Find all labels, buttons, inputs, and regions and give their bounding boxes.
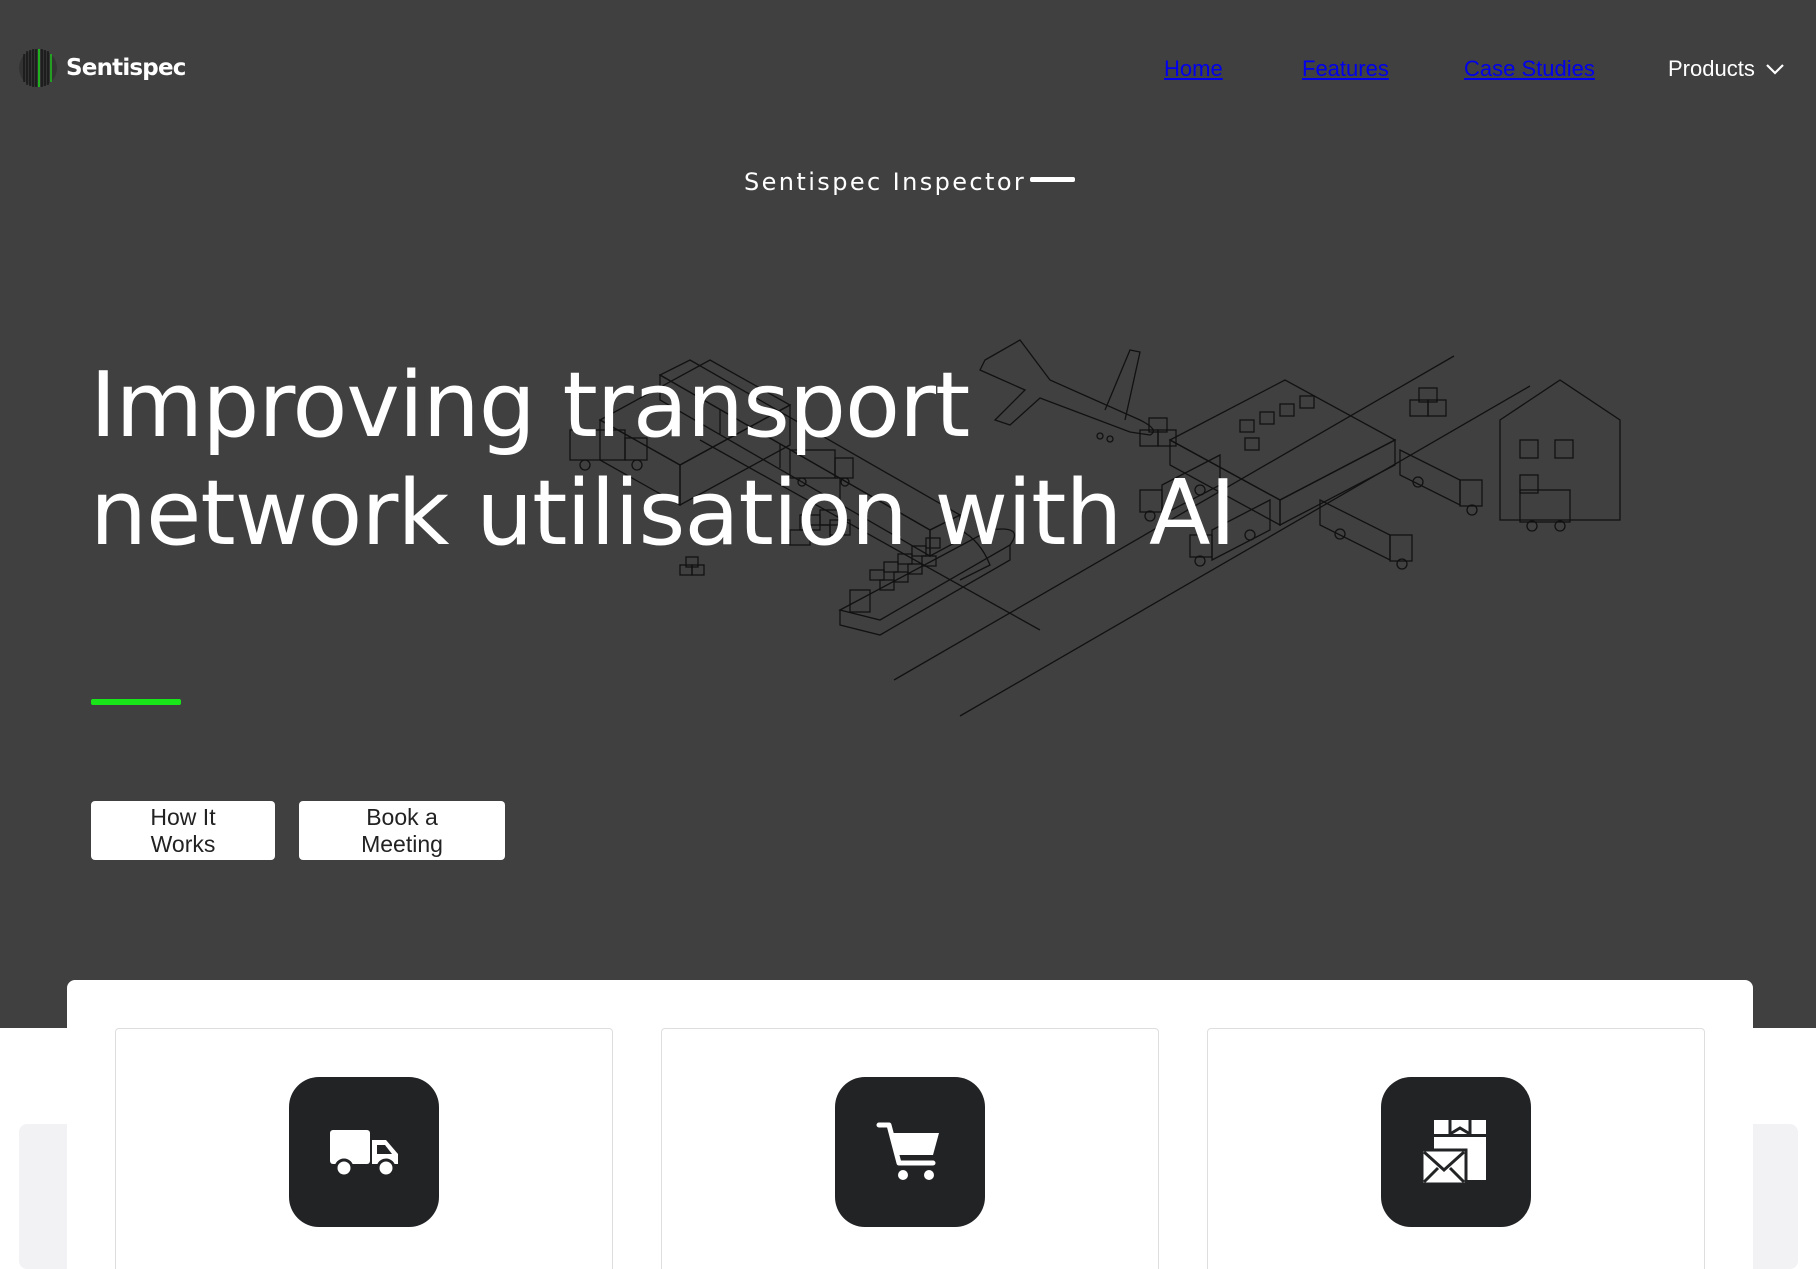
product-tagline: Sentispec Inspector [744, 168, 1027, 196]
book-meeting-button[interactable]: Book a Meeting [299, 801, 505, 860]
feature-card[interactable] [115, 1028, 613, 1269]
tagline-dash [1030, 177, 1075, 182]
feature-icon-tile [289, 1077, 439, 1227]
brand-logo[interactable]: Sentispec [18, 46, 186, 90]
feature-icon-tile [1381, 1077, 1531, 1227]
how-it-works-button[interactable]: How It Works [91, 801, 275, 860]
feature-card[interactable] [661, 1028, 1159, 1269]
hero-headline-line2: network utilisation with AI [90, 461, 1236, 566]
nav-products[interactable]: Products [1668, 56, 1785, 82]
brand-name: Sentispec [66, 55, 186, 81]
feature-card[interactable] [1207, 1028, 1705, 1269]
accent-bar [91, 699, 181, 705]
sentispec-logo-icon [19, 49, 57, 87]
nav-features[interactable]: Features [1302, 56, 1389, 82]
hero-section: Sentispec Home Features Case Studies Pro… [0, 0, 1816, 1028]
chevron-down-icon [1766, 64, 1784, 75]
nav-case-studies[interactable]: Case Studies [1464, 56, 1595, 82]
hero-headline: Improving transport network utilisation … [90, 352, 1390, 568]
feature-icon-tile [835, 1077, 985, 1227]
nav-home[interactable]: Home [1164, 56, 1223, 82]
hero-headline-line1: Improving transport [90, 353, 970, 458]
truck-icon [330, 1130, 398, 1178]
parcel-mail-icon [1420, 1120, 1486, 1186]
nav-products-label[interactable]: Products [1668, 56, 1755, 82]
shopping-cart-icon [876, 1122, 939, 1180]
